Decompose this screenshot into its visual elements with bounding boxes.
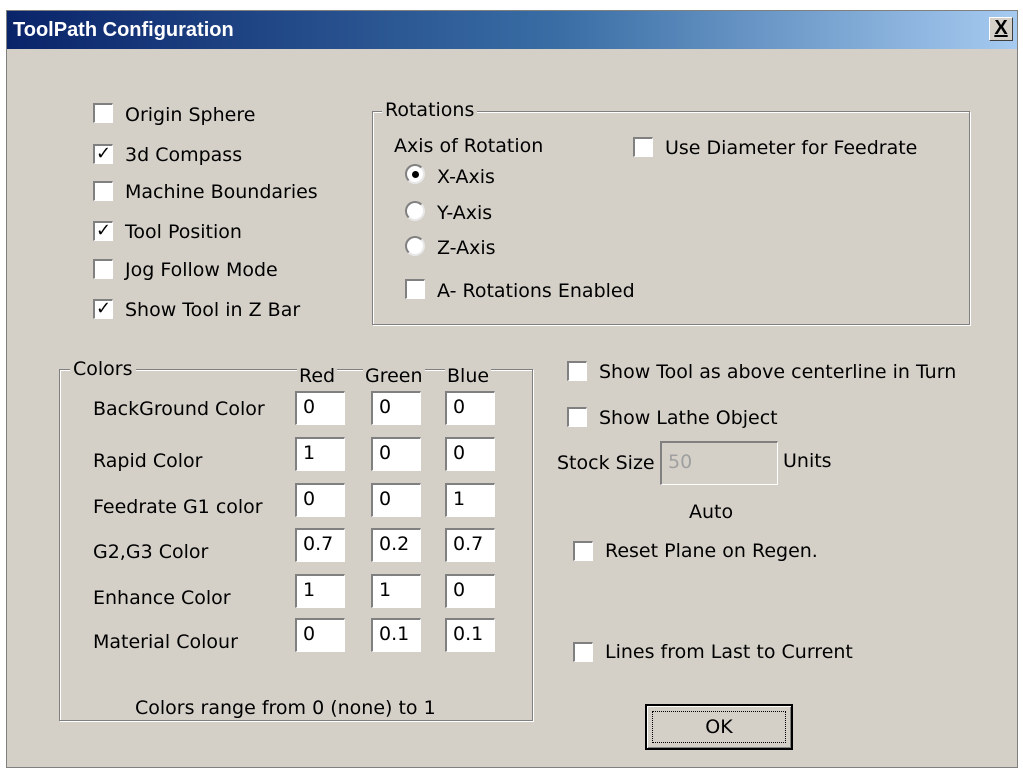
stock-size-input[interactable]: 50 (660, 441, 778, 485)
g2g3-color-label: G2,G3 Color (93, 541, 209, 563)
origin-sphere-label: Origin Sphere (125, 104, 256, 126)
ok-button[interactable]: OK (645, 704, 793, 750)
toolpath-config-dialog: ToolPath Configuration X Origin Sphere ✓… (6, 10, 1018, 768)
x-axis-radio[interactable] (405, 164, 425, 184)
z-axis-label: Z-Axis (437, 237, 496, 259)
show-tool-above-centerline-label: Show Tool as above centerline in Turn (599, 361, 957, 383)
background-color-label: BackGround Color (93, 398, 265, 420)
feedrate-red-input[interactable]: 0 (295, 483, 345, 517)
machine-boundaries-label: Machine Boundaries (125, 181, 318, 203)
axis-of-rotation-label: Axis of Rotation (394, 135, 544, 157)
y-axis-label: Y-Axis (437, 202, 493, 224)
z-axis-radio[interactable] (405, 236, 425, 256)
3d-compass-checkbox[interactable]: ✓ (93, 144, 113, 164)
origin-sphere-checkbox[interactable] (93, 103, 113, 123)
show-lathe-object-label: Show Lathe Object (599, 407, 778, 429)
reset-plane-label: Reset Plane on Regen. (605, 540, 818, 562)
jog-follow-mode-checkbox[interactable] (93, 259, 113, 279)
g2g3-green-input[interactable]: 0.2 (371, 528, 421, 562)
lines-last-current-label: Lines from Last to Current (605, 641, 853, 663)
radio-selected-dot (412, 171, 419, 178)
blue-header: Blue (445, 365, 492, 387)
ok-label: OK (705, 716, 733, 738)
red-header: Red (297, 365, 338, 387)
stock-size-label: Stock Size (557, 452, 655, 474)
enhance-green-input[interactable]: 1 (371, 574, 421, 608)
material-colour-label: Material Colour (93, 631, 238, 653)
rotations-legend: Rotations (382, 99, 478, 121)
background-green-input[interactable]: 0 (371, 391, 421, 425)
rapid-green-input[interactable]: 0 (371, 437, 421, 471)
close-button[interactable]: X (989, 17, 1013, 41)
feedrate-g1-color-label: Feedrate G1 color (93, 496, 263, 518)
material-red-input[interactable]: 0 (295, 618, 345, 652)
rapid-blue-input[interactable]: 0 (445, 437, 495, 471)
colors-range-note: Colors range from 0 (none) to 1 (135, 697, 436, 719)
background-red-input[interactable]: 0 (295, 391, 345, 425)
units-label: Units (783, 450, 832, 472)
3d-compass-label: 3d Compass (125, 144, 243, 166)
a-rotations-label: A- Rotations Enabled (437, 280, 635, 302)
tool-position-label: Tool Position (125, 221, 242, 243)
material-green-input[interactable]: 0.1 (371, 618, 421, 652)
use-diameter-label: Use Diameter for Feedrate (665, 137, 918, 159)
enhance-red-input[interactable]: 1 (295, 574, 345, 608)
green-header: Green (363, 365, 425, 387)
show-lathe-object-checkbox[interactable] (567, 407, 587, 427)
show-tool-above-centerline-checkbox[interactable] (567, 361, 587, 381)
auto-label: Auto (689, 501, 734, 523)
rapid-color-label: Rapid Color (93, 450, 203, 472)
show-tool-z-bar-label: Show Tool in Z Bar (125, 299, 301, 321)
x-axis-label: X-Axis (437, 166, 495, 188)
background-blue-input[interactable]: 0 (445, 391, 495, 425)
use-diameter-checkbox[interactable] (633, 137, 653, 157)
colors-legend: Colors (70, 358, 136, 380)
material-blue-input[interactable]: 0.1 (445, 618, 495, 652)
lines-last-current-checkbox[interactable] (573, 642, 593, 662)
reset-plane-checkbox[interactable] (573, 541, 593, 561)
tool-position-checkbox[interactable]: ✓ (93, 221, 113, 241)
title-bar[interactable]: ToolPath Configuration X (7, 11, 1017, 49)
y-axis-radio[interactable] (405, 201, 425, 221)
a-rotations-checkbox[interactable] (405, 279, 425, 299)
window-title: ToolPath Configuration (13, 19, 234, 41)
feedrate-green-input[interactable]: 0 (371, 483, 421, 517)
jog-follow-mode-label: Jog Follow Mode (125, 259, 278, 281)
show-tool-z-bar-checkbox[interactable]: ✓ (93, 299, 113, 319)
rapid-red-input[interactable]: 1 (295, 437, 345, 471)
feedrate-blue-input[interactable]: 1 (445, 483, 495, 517)
enhance-color-label: Enhance Color (93, 587, 231, 609)
enhance-blue-input[interactable]: 0 (445, 574, 495, 608)
g2g3-blue-input[interactable]: 0.7 (445, 528, 495, 562)
g2g3-red-input[interactable]: 0.7 (295, 528, 345, 562)
machine-boundaries-checkbox[interactable] (93, 181, 113, 201)
